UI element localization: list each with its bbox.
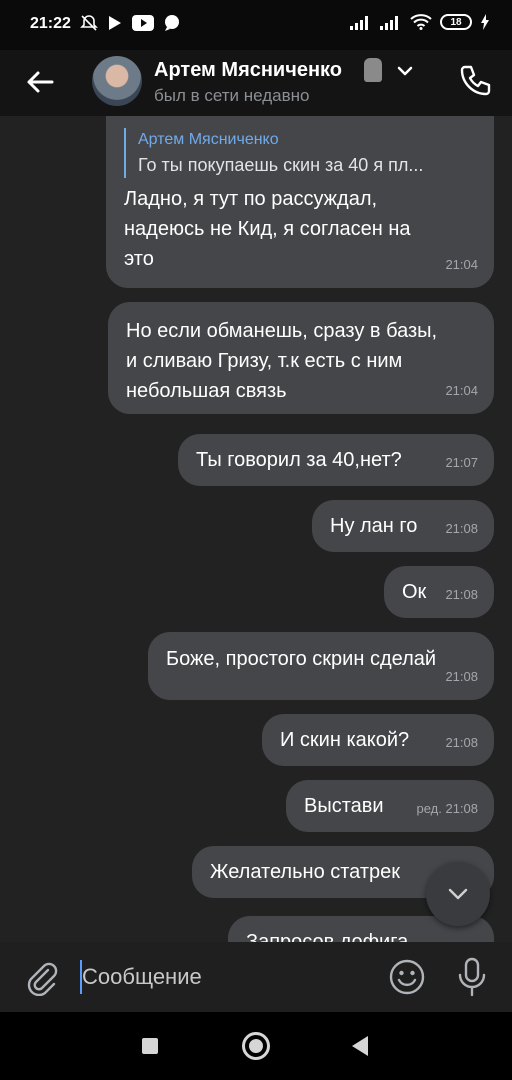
- signal-icon: [350, 16, 368, 30]
- status-time: 21:22: [30, 15, 71, 32]
- battery-icon: 18: [440, 14, 472, 30]
- paperclip-icon[interactable]: [22, 958, 60, 996]
- message-bubble[interactable]: Ок 21:08: [384, 566, 494, 618]
- message-bubble[interactable]: Ты говорил за 40,нет? 21:07: [178, 434, 494, 486]
- message-time: 21:08: [445, 587, 478, 602]
- home-icon[interactable]: [242, 1032, 270, 1060]
- notification-icons: [80, 14, 180, 32]
- system-nav-bar: [0, 1012, 512, 1080]
- microphone-icon[interactable]: [454, 956, 490, 998]
- quote-author: Артем Мясниченко: [138, 131, 279, 148]
- message-bubble[interactable]: Но если обманешь, сразу в базы, и сливаю…: [108, 302, 494, 414]
- bell-off-icon: [80, 15, 98, 31]
- scroll-down-button[interactable]: [426, 862, 490, 926]
- message-text: и сливаю Гризу, т.к есть с ним: [126, 350, 403, 372]
- message-text: надеюсь не Кид, я согласен на: [124, 218, 411, 240]
- message-text: это: [124, 248, 154, 270]
- wifi-icon: [410, 14, 432, 30]
- message-input[interactable]: [82, 958, 372, 996]
- smile-icon[interactable]: [388, 958, 426, 996]
- message-time: 21:07: [445, 455, 478, 470]
- message-time: 21:08: [445, 735, 478, 750]
- youtube-icon: [132, 15, 154, 31]
- message-text: Боже, простого скрин сделай: [166, 648, 437, 670]
- recent-apps-icon[interactable]: [142, 1038, 158, 1054]
- quote-text: Го ты покупаешь скин за 40 я пл...: [138, 155, 424, 175]
- system-icons: 18: [350, 14, 490, 30]
- message-bubble[interactable]: Ну лан го 21:08: [312, 500, 494, 552]
- message-time: 21:04: [445, 383, 478, 398]
- contact-status: был в сети недавно: [154, 86, 310, 105]
- charging-icon: [481, 14, 489, 30]
- chat-bubble-icon: [165, 15, 179, 31]
- play-icon: [109, 16, 121, 30]
- chevron-down-icon[interactable]: [396, 62, 414, 80]
- message-bubble[interactable]: Артем Мясниченко Го ты покупаешь скин за…: [106, 116, 494, 288]
- signal-icon-2: [380, 16, 398, 30]
- moai-emoji-icon: [364, 58, 382, 82]
- message-text: Но если обманешь, сразу в базы,: [126, 320, 438, 342]
- message-time: 21:08: [445, 669, 478, 684]
- back-triangle-icon[interactable]: [352, 1036, 368, 1056]
- compose-bar: [0, 942, 512, 1012]
- message-bubble[interactable]: И скин какой? 21:08: [262, 714, 494, 766]
- status-bar: 21:22 18: [0, 0, 512, 50]
- text-caret: [80, 960, 82, 994]
- message-time: 21:04: [445, 257, 478, 272]
- arrow-left-icon[interactable]: [22, 64, 58, 100]
- message-time: ред. 21:08: [416, 801, 478, 816]
- reply-quote[interactable]: Артем Мясниченко Го ты покупаешь скин за…: [124, 128, 476, 178]
- message-text: Запросов дофига: [246, 931, 409, 942]
- message-time: 21:08: [445, 521, 478, 536]
- message-text: Ладно, я тут по рассуждал,: [124, 188, 378, 210]
- message-bubble[interactable]: Выстави ред. 21:08: [286, 780, 494, 832]
- contact-name[interactable]: Артем Мясниченко: [154, 59, 342, 82]
- message-bubble[interactable]: Боже, простого скрин сделай 21:08: [148, 632, 494, 700]
- avatar[interactable]: [92, 56, 142, 106]
- message-text: Ты говорил за 40,нет?: [196, 449, 402, 471]
- chat-header: Артем Мясниченко был в сети недавно: [0, 50, 512, 116]
- phone-icon[interactable]: [456, 62, 494, 100]
- message-text: небольшая связь: [126, 380, 287, 402]
- chevron-down-icon: [448, 888, 468, 900]
- message-list[interactable]: Артем Мясниченко Го ты покупаешь скин за…: [0, 116, 512, 942]
